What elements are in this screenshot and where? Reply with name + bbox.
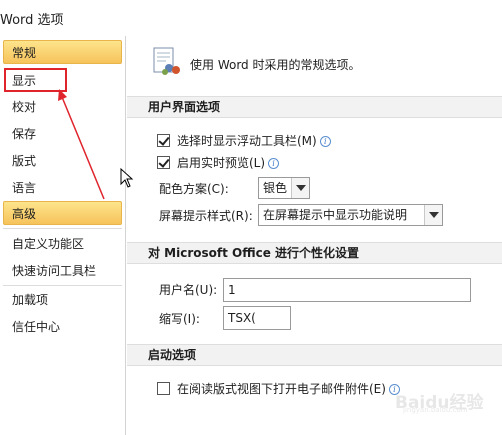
username-label: 用户名(U): [159, 283, 218, 297]
sidebar-item-customize-ribbon[interactable]: 自定义功能区 [3, 231, 122, 255]
color-scheme-label: 配色方案(C): [159, 182, 229, 196]
screentip-style-value: 在屏幕提示中显示功能说明 [263, 208, 408, 222]
watermark-subtext: jingyan.baidu.com [403, 406, 468, 414]
sidebar-item-layout[interactable]: 版式 [3, 148, 122, 172]
sidebar: 常规 显示 校对 保存 版式 语言 高级 自定义功能区 快速访问工具栏 加载项 … [0, 36, 126, 435]
show-minitoolbar-label: 选择时显示浮动工具栏(M) i [177, 131, 331, 151]
username-input[interactable]: 1 [223, 278, 471, 302]
initials-input[interactable]: TSX( [223, 306, 291, 330]
sidebar-item-general[interactable]: 常规 [3, 40, 122, 64]
info-icon: i [319, 136, 331, 147]
sidebar-item-language[interactable]: 语言 [3, 175, 122, 199]
startup-section-header: 启动选项 [127, 344, 502, 366]
color-scheme-select[interactable]: 银色 [258, 177, 310, 199]
show-minitoolbar-checkbox[interactable] [157, 134, 170, 147]
sidebar-item-trust-center[interactable]: 信任中心 [3, 314, 122, 338]
title-bar: Word 选项 [0, 0, 502, 36]
general-options-icon [153, 47, 180, 75]
screentip-style-select[interactable]: 在屏幕提示中显示功能说明 [258, 204, 443, 226]
ui-options-section-header: 用户界面选项 [127, 96, 502, 118]
sidebar-item-save[interactable]: 保存 [3, 121, 122, 145]
main-panel: 使用 Word 时采用的常规选项。 用户界面选项 选择时显示浮动工具栏(M) i … [127, 36, 502, 435]
chevron-down-icon[interactable] [291, 178, 309, 198]
info-icon: i [268, 158, 280, 169]
open-attachments-checkbox[interactable] [157, 382, 170, 395]
open-attachments-label: 在阅读版式视图下打开电子邮件附件(E) i [177, 379, 400, 399]
sidebar-item-addins[interactable]: 加载项 [3, 287, 122, 311]
live-preview-label: 启用实时预览(L) i [177, 153, 280, 173]
page-header: 使用 Word 时采用的常规选项。 [152, 46, 492, 80]
sidebar-item-proofing[interactable]: 校对 [3, 94, 122, 118]
screentip-style-label: 屏幕提示样式(R): [159, 209, 253, 223]
window-title: Word 选项 [0, 13, 64, 28]
personalize-section-header: 对 Microsoft Office 进行个性化设置 [127, 242, 502, 264]
sidebar-item-advanced[interactable]: 高级 [3, 201, 122, 225]
chevron-down-icon[interactable] [424, 205, 442, 225]
color-scheme-value: 银色 [263, 181, 288, 195]
annotation-highlight-box [4, 68, 67, 92]
sidebar-divider [3, 285, 122, 286]
initials-label: 缩写(I): [159, 312, 200, 326]
page-title: 使用 Word 时采用的常规选项。 [190, 58, 361, 72]
mouse-cursor-icon [120, 168, 134, 188]
live-preview-checkbox[interactable] [157, 156, 170, 169]
baidu-watermark: Baidu经验 jingyan.baidu.com [395, 384, 500, 414]
sidebar-divider [3, 228, 122, 229]
sidebar-item-quick-access-toolbar[interactable]: 快速访问工具栏 [3, 258, 122, 282]
